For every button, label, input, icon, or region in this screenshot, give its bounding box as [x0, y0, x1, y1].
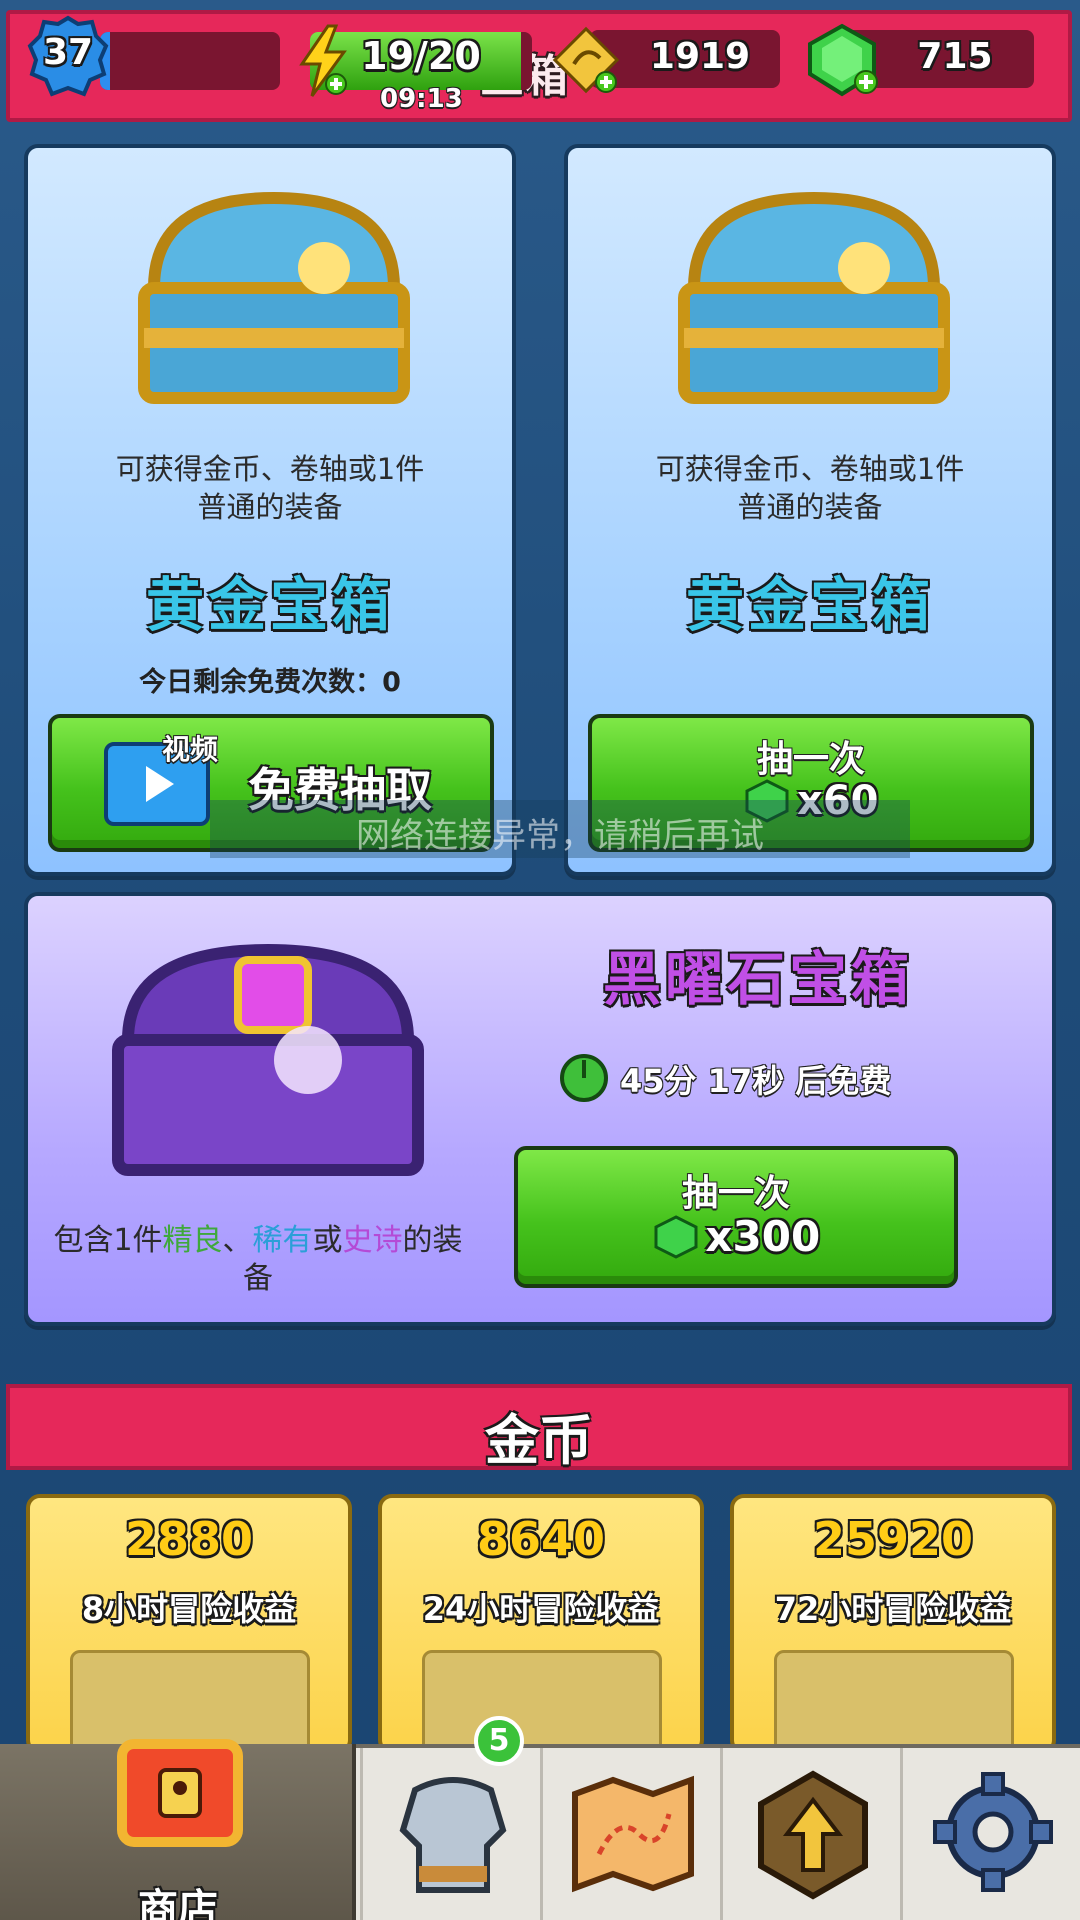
obsidian-draw-once-button[interactable]: 抽一次 x300 — [514, 1146, 958, 1288]
gold-pack-amount: 8640 — [476, 1512, 606, 1566]
nav-shop-label: 商店 — [138, 1886, 218, 1920]
nav-settings-tab[interactable] — [900, 1748, 1080, 1920]
gold-pack-card[interactable]: 2880 8小时冒险收益 — [26, 1494, 352, 1760]
gold-chest-paid-card: 可获得金币、卷轴或1件 普通的装备 黄金宝箱 抽一次 x60 — [564, 144, 1056, 876]
desc-epic: 史诗 — [342, 1223, 403, 1258]
gold-pack-label: 24小时冒险收益 — [422, 1590, 660, 1628]
nav-map-tab[interactable] — [540, 1748, 720, 1920]
desc-end: 的装 — [402, 1223, 463, 1258]
gear-icon — [933, 1772, 1053, 1892]
upgrade-arrow-icon — [758, 1770, 868, 1900]
gems-value: 715 — [917, 36, 993, 77]
gold-pack-card[interactable]: 25920 72小时冒险收益 — [730, 1494, 1056, 1760]
gold-pack-amount: 2880 — [124, 1512, 254, 1566]
gold-pack-label: 8小时冒险收益 — [81, 1590, 297, 1628]
draw-cost: x300 — [705, 1212, 821, 1261]
nav-equipment-tab[interactable] — [360, 1748, 540, 1920]
equipment-notification-badge: 5 — [474, 1716, 524, 1766]
player-level-badge[interactable]: 37 — [26, 14, 110, 98]
gem-icon — [654, 1214, 698, 1259]
draw-once-label: 抽一次 — [681, 1173, 790, 1214]
armor-icon — [399, 1777, 507, 1893]
gold-chest-free-card: 可获得金币、卷轴或1件 普通的装备 黄金宝箱 今日剩余免费次数：0 视频 免费抽… — [24, 144, 516, 876]
network-error-toast: 网络连接异常，请稍后再试 — [210, 800, 910, 858]
map-icon — [572, 1775, 694, 1893]
gold-chest-description-line1: 可获得金币、卷轴或1件 — [655, 452, 965, 486]
scrolls-value: 1919 — [649, 36, 751, 77]
gold-chest-name: 黄金宝箱 — [685, 571, 934, 639]
obsidian-chest-description: 包含1件精良、稀有或史诗的装备 — [28, 1222, 488, 1298]
gold-chest-description-line1: 可获得金币、卷轴或1件 — [115, 452, 425, 486]
network-error-text: 网络连接异常，请稍后再试 — [356, 816, 764, 856]
level-value: 37 — [42, 32, 94, 73]
obsidian-free-timer: 45分 17秒 后免费 — [620, 1062, 892, 1100]
gold-pack-label: 72小时冒险收益 — [774, 1590, 1012, 1628]
gold-section-title: 金币 — [485, 1409, 593, 1472]
video-tag: 视频 — [162, 733, 219, 766]
obsidian-chest-icon — [112, 943, 424, 1176]
gold-chest-icon — [138, 191, 410, 404]
desc-text: 包含1件 — [53, 1223, 163, 1258]
energy-value: 19/20 — [361, 34, 481, 78]
gem-icon[interactable] — [800, 22, 884, 100]
gold-section-banner: 金币 — [6, 1384, 1072, 1472]
scroll-icon[interactable] — [550, 24, 624, 98]
desc-line2: 备 — [243, 1261, 273, 1296]
gold-chest-icon — [678, 191, 950, 404]
desc-or: 或 — [312, 1223, 343, 1258]
obsidian-chest-card: 黑曜石宝箱 45分 17秒 后免费 包含1件精良、稀有或史诗的装备 抽一次 x3… — [24, 892, 1056, 1326]
nav-upgrade-tab[interactable] — [720, 1748, 900, 1920]
draw-once-label: 抽一次 — [756, 739, 865, 780]
energy-timer: 09:13 — [380, 84, 463, 114]
xp-bar — [100, 32, 280, 90]
gold-chest-description-line2: 普通的装备 — [197, 490, 343, 524]
gold-pack-amount: 25920 — [812, 1512, 974, 1566]
gold-chest-description-line2: 普通的装备 — [737, 490, 883, 524]
desc-rare: 稀有 — [252, 1223, 313, 1258]
timer-icon — [560, 1054, 608, 1102]
desc-sep: 、 — [222, 1223, 253, 1258]
gold-chest-name: 黄金宝箱 — [145, 571, 394, 639]
shop-chest-icon — [117, 1739, 243, 1847]
desc-fine: 精良 — [162, 1223, 223, 1258]
gold-pack-card[interactable]: 8640 24小时冒险收益 — [378, 1494, 704, 1760]
free-draws-left: 今日剩余免费次数：0 — [139, 667, 401, 698]
obsidian-chest-name: 黑曜石宝箱 — [602, 945, 913, 1013]
